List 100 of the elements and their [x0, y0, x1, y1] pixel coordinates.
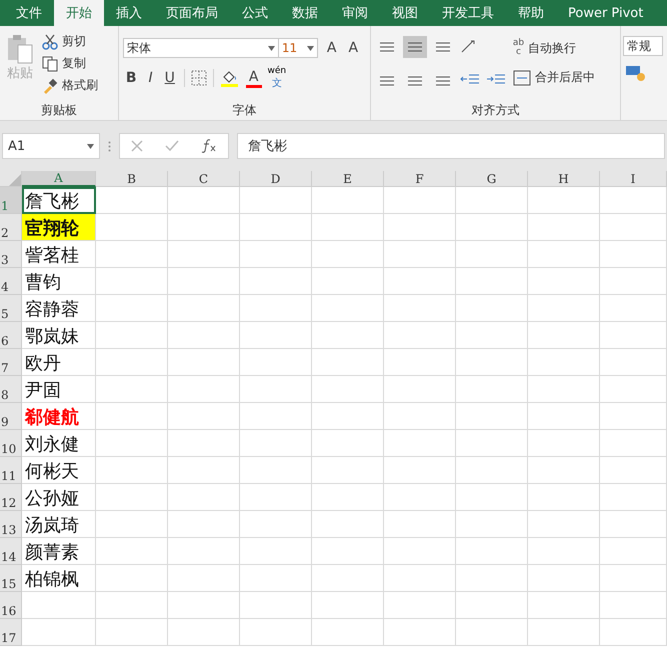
- table-cell: [600, 403, 667, 430]
- column-header[interactable]: F: [384, 171, 456, 187]
- ribbon-tab[interactable]: 页面布局: [154, 0, 230, 26]
- table-cell: [96, 484, 168, 511]
- ribbon-tab[interactable]: 数据: [280, 0, 330, 26]
- table-cell: [312, 241, 384, 268]
- merge-center-button[interactable]: 合并后居中: [510, 68, 597, 87]
- column-header[interactable]: B: [96, 171, 168, 187]
- ribbon-tab[interactable]: 插入: [104, 0, 154, 26]
- table-cell: [384, 241, 456, 268]
- increase-font-button[interactable]: A: [324, 40, 340, 56]
- borders-icon[interactable]: [190, 70, 207, 86]
- group-label: 剪贴板: [40, 103, 77, 117]
- row-header[interactable]: 9: [0, 403, 22, 430]
- table-cell: [312, 403, 384, 430]
- column-header[interactable]: H: [528, 171, 600, 187]
- table-cell: [456, 295, 528, 322]
- copy-button[interactable]: 复制: [40, 54, 100, 73]
- ribbon-tab[interactable]: 审阅: [330, 0, 380, 26]
- row-header[interactable]: 15: [0, 565, 22, 592]
- underline-button[interactable]: U: [162, 70, 178, 86]
- table-cell: [528, 349, 600, 376]
- ribbon-tab[interactable]: Power Pivot: [556, 0, 656, 26]
- table-cell: [168, 214, 240, 241]
- row-header[interactable]: 8: [0, 376, 22, 403]
- table-cell: [240, 430, 312, 457]
- brush-icon: [42, 78, 58, 94]
- check-icon[interactable]: [165, 140, 179, 152]
- row-header[interactable]: 3: [0, 241, 22, 268]
- table-cell: [528, 457, 600, 484]
- table-cell: [600, 322, 667, 349]
- format-painter-button[interactable]: 格式刷: [40, 76, 100, 95]
- table-cell: [312, 430, 384, 457]
- row-header[interactable]: 12: [0, 484, 22, 511]
- ribbon-tab[interactable]: 文件: [4, 0, 54, 26]
- table-cell: [384, 349, 456, 376]
- row-header[interactable]: 6: [0, 322, 22, 349]
- row-header[interactable]: 14: [0, 538, 22, 565]
- function-icon[interactable]: [201, 139, 217, 153]
- font-name-dropdown[interactable]: 宋体: [122, 38, 279, 58]
- italic-button[interactable]: I: [146, 70, 156, 86]
- caret-icon[interactable]: [306, 46, 314, 50]
- table-cell: [168, 403, 240, 430]
- table-cell: [384, 565, 456, 592]
- table-cell: [168, 511, 240, 538]
- row-header[interactable]: 2: [0, 214, 22, 241]
- column-header[interactable]: A: [22, 171, 96, 187]
- column-header[interactable]: D: [240, 171, 312, 187]
- caret-icon[interactable]: [87, 144, 94, 148]
- table-cell: [456, 565, 528, 592]
- table-cell: [456, 430, 528, 457]
- bold-button[interactable]: B: [122, 70, 140, 86]
- column-header[interactable]: G: [456, 171, 528, 187]
- phonetic-button[interactable]: wén 文: [268, 66, 286, 90]
- row-header[interactable]: 17: [0, 619, 22, 646]
- table-cell: [384, 592, 456, 619]
- table-cell: [240, 376, 312, 403]
- table-cell: [528, 484, 600, 511]
- row-header[interactable]: 7: [0, 349, 22, 376]
- row-header[interactable]: 13: [0, 511, 22, 538]
- ribbon-tab[interactable]: 开发工具: [430, 0, 506, 26]
- ribbon-tab[interactable]: 视图: [380, 0, 430, 26]
- table-cell: [528, 430, 600, 457]
- table-cell: [96, 241, 168, 268]
- row-header[interactable]: 10: [0, 430, 22, 457]
- font-size-dropdown[interactable]: 11: [278, 38, 318, 58]
- caret-icon[interactable]: [268, 46, 275, 50]
- table-cell: [312, 376, 384, 403]
- table-cell: 尹固: [22, 376, 96, 403]
- ribbon-tab[interactable]: 开始: [54, 0, 104, 26]
- ribbon-tab[interactable]: 公式: [230, 0, 280, 26]
- table-cell: [312, 457, 384, 484]
- table-cell: [168, 241, 240, 268]
- font-color-button[interactable]: A: [246, 68, 262, 88]
- number-format-dropdown[interactable]: 常规: [623, 36, 663, 56]
- row-header[interactable]: 11: [0, 457, 22, 484]
- decrease-font-button[interactable]: A: [345, 40, 362, 56]
- table-cell: 宦翔轮: [22, 214, 96, 241]
- row-header[interactable]: 16: [0, 592, 22, 619]
- table-cell: [168, 268, 240, 295]
- table-cell: [600, 592, 667, 619]
- column-header[interactable]: C: [168, 171, 240, 187]
- merge-icon: [512, 70, 531, 86]
- table-cell: [456, 457, 528, 484]
- formula-field[interactable]: 詹飞彬: [237, 133, 665, 159]
- table-cell: [240, 403, 312, 430]
- row-header[interactable]: 5: [0, 295, 22, 322]
- cut-button[interactable]: 剪切: [40, 32, 100, 51]
- table-cell: [240, 214, 312, 241]
- drag-handle-icon[interactable]: [108, 140, 111, 152]
- row-header[interactable]: 1: [0, 187, 22, 214]
- row-header[interactable]: 4: [0, 268, 22, 295]
- column-header[interactable]: E: [312, 171, 384, 187]
- ribbon-tab[interactable]: 帮助: [506, 0, 556, 26]
- column-header[interactable]: I: [600, 171, 667, 187]
- name-box[interactable]: A1: [2, 133, 100, 159]
- align-icon[interactable]: [402, 36, 427, 58]
- table-cell: [96, 457, 168, 484]
- table-cell: [528, 241, 600, 268]
- table-cell: [312, 349, 384, 376]
